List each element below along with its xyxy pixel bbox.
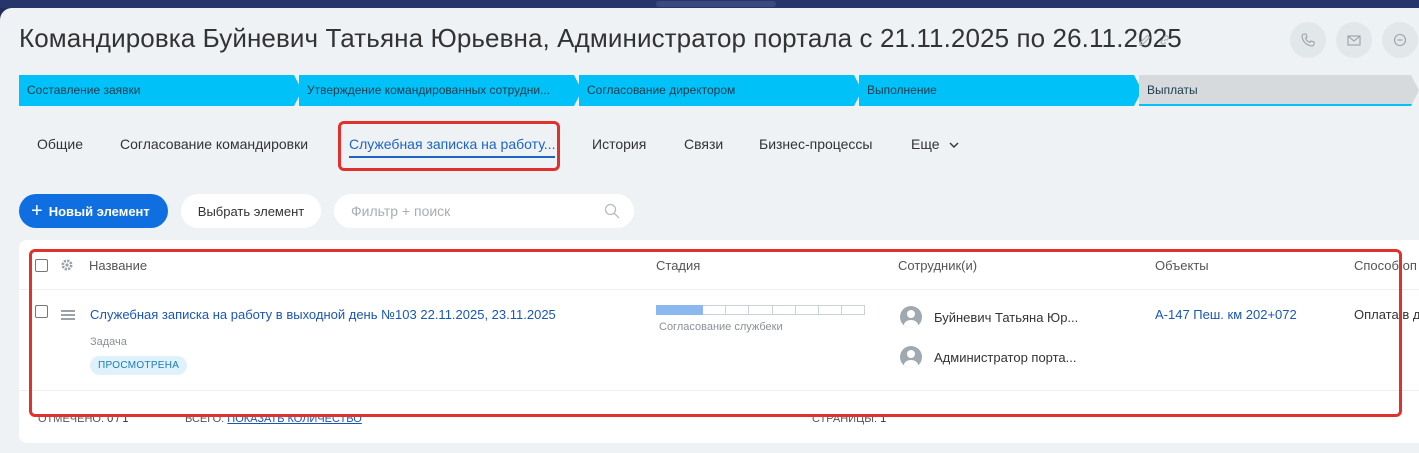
tab-general[interactable]: Общие xyxy=(37,124,83,164)
title-actions xyxy=(1138,33,1172,47)
highlight-frame-grid xyxy=(29,249,1402,417)
highlight-frame-tab xyxy=(338,121,560,171)
stage-item-employees-approval[interactable]: Утверждение командированных сотрудни... xyxy=(299,75,582,106)
tab-trip-approval[interactable]: Согласование командировки xyxy=(120,124,308,164)
stage-item-director-approval[interactable]: Согласование директором xyxy=(579,75,862,106)
phone-icon xyxy=(1301,33,1315,47)
plus-icon: + xyxy=(31,200,43,222)
communication-buttons xyxy=(1290,22,1418,58)
tab-more[interactable]: Еще xyxy=(911,124,959,164)
tab-history[interactable]: История xyxy=(592,124,646,164)
top-pill xyxy=(656,1,776,7)
mail-button[interactable] xyxy=(1336,22,1372,58)
new-element-button[interactable]: + Новый элемент xyxy=(19,194,168,228)
pick-element-button[interactable]: Выбрать элемент xyxy=(181,194,321,228)
envelope-icon xyxy=(1347,35,1361,46)
search-placeholder: Фильтр + поиск xyxy=(351,203,451,219)
tab-business-processes[interactable]: Бизнес-процессы xyxy=(759,124,872,164)
chevron-down-icon xyxy=(949,142,959,148)
tab-links[interactable]: Связи xyxy=(684,124,723,164)
link-icon[interactable] xyxy=(1158,33,1172,47)
top-strip xyxy=(0,0,1419,8)
tab-more-label: Еще xyxy=(911,136,940,152)
chat-button[interactable] xyxy=(1382,22,1418,58)
chat-icon xyxy=(1393,33,1407,47)
stage-item-execution[interactable]: Выполнение xyxy=(859,75,1142,106)
new-element-label: Новый элемент xyxy=(48,203,150,219)
stage-item-draft[interactable]: Составление заявки xyxy=(19,75,302,106)
search-input[interactable]: Фильтр + поиск xyxy=(334,194,634,228)
search-icon[interactable] xyxy=(604,203,620,219)
stage-item-payments[interactable]: Выплаты xyxy=(1139,75,1419,106)
stage-bar: Составление заявки Утверждение командиро… xyxy=(19,75,1419,108)
phone-button[interactable] xyxy=(1290,22,1326,58)
page-title: Командировка Буйневич Татьяна Юрьевна, А… xyxy=(19,23,1182,53)
pencil-icon[interactable] xyxy=(1138,33,1152,47)
